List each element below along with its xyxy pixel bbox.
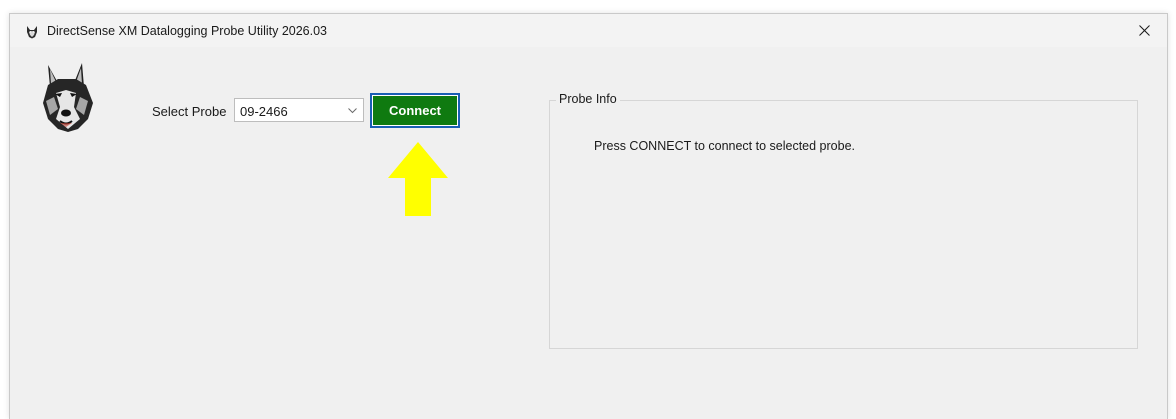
window-title: DirectSense XM Datalogging Probe Utility… xyxy=(47,24,328,38)
connect-button[interactable]: Connect xyxy=(370,93,460,128)
wolf-logo-icon xyxy=(38,63,100,133)
connect-button-label: Connect xyxy=(372,95,458,126)
arrow-up-icon xyxy=(388,142,448,216)
title-bar[interactable]: DirectSense XM Datalogging Probe Utility… xyxy=(10,14,1167,47)
app-window: DirectSense XM Datalogging Probe Utility… xyxy=(9,13,1168,419)
chevron-down-icon xyxy=(348,108,357,114)
probe-select[interactable]: 09-2466 xyxy=(234,98,364,122)
probe-info-legend: Probe Info xyxy=(556,92,620,106)
select-probe-label: Select Probe xyxy=(152,104,227,119)
probe-select-value: 09-2466 xyxy=(240,104,288,119)
wolf-icon xyxy=(25,25,39,39)
close-icon xyxy=(1138,25,1150,36)
probe-info-message: Press CONNECT to connect to selected pro… xyxy=(594,139,855,153)
close-button[interactable] xyxy=(1121,14,1167,47)
probe-info-group: Probe Info Press CONNECT to connect to s… xyxy=(549,92,1138,349)
